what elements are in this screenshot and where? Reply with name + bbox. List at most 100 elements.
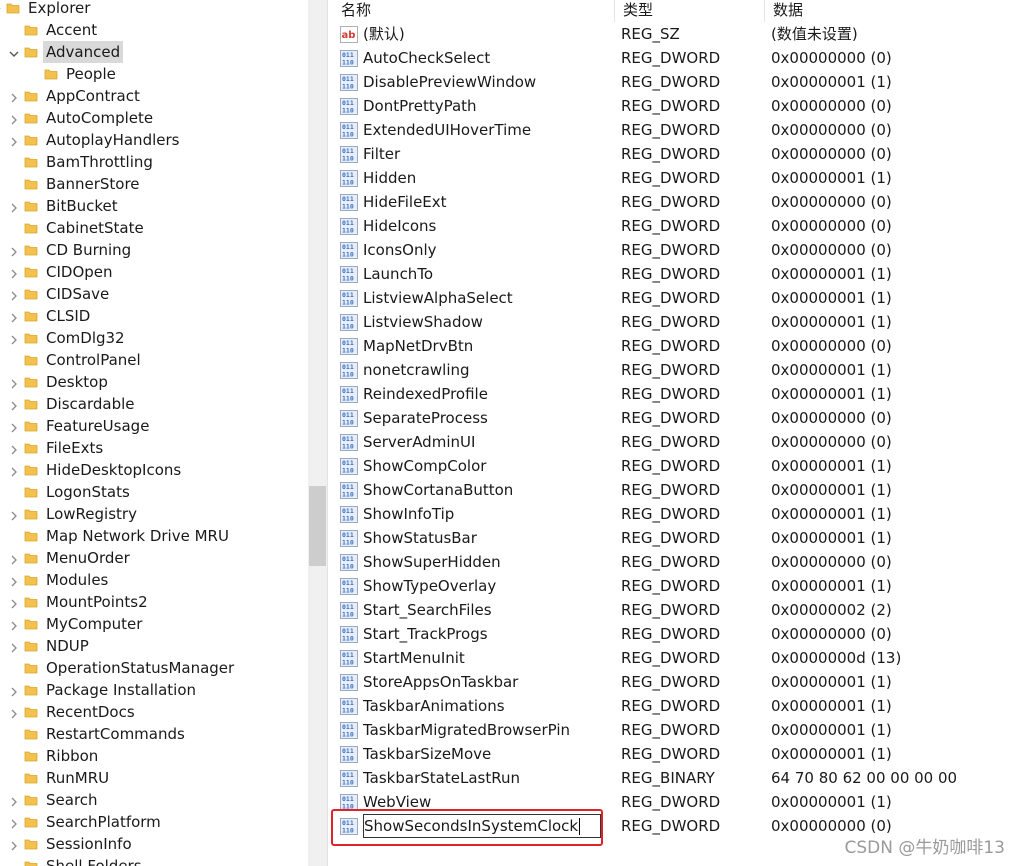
tree-item-ndup[interactable]: NDUP xyxy=(0,635,308,657)
chevron-right-icon[interactable] xyxy=(8,838,20,851)
chevron-right-icon[interactable] xyxy=(8,134,20,147)
chevron-right-icon[interactable] xyxy=(8,288,20,301)
value-row[interactable]: 011 110 DontPrettyPath REG_DWORD 0x00000000 … xyxy=(333,94,1019,118)
chevron-right-icon[interactable] xyxy=(8,442,20,455)
value-row[interactable]: 011 110 ShowStatusBar REG_DWORD 0x00000001 (… xyxy=(333,526,1019,550)
tree-item-bannerstore[interactable]: BannerStore xyxy=(0,173,308,195)
value-row[interactable]: 011 110 nonetcrawling REG_DWORD 0x00000001 (… xyxy=(333,358,1019,382)
value-row[interactable]: 011 110 ReindexedProfile REG_DWORD 0x0000000… xyxy=(333,382,1019,406)
value-row[interactable]: ab (默认) REG_SZ (数值未设置) xyxy=(333,22,1019,46)
tree-item-clsid[interactable]: CLSID xyxy=(0,305,308,327)
value-row[interactable]: 011 110 LaunchTo REG_DWORD 0x00000001 (1) xyxy=(333,262,1019,286)
value-row[interactable]: 011 110 StartMenuInit REG_DWORD 0x0000000d (… xyxy=(333,646,1019,670)
tree-item-desktop[interactable]: Desktop xyxy=(0,371,308,393)
tree-item-cd-burning[interactable]: CD Burning xyxy=(0,239,308,261)
value-row[interactable]: 011 110 TaskbarMigratedBrowserPin REG_DWORD… xyxy=(333,718,1019,742)
tree-item-restartcommands[interactable]: RestartCommands xyxy=(0,723,308,745)
chevron-right-icon[interactable] xyxy=(8,112,20,125)
chevron-right-icon[interactable] xyxy=(8,618,20,631)
tree-item-hidedesktopicons[interactable]: HideDesktopIcons xyxy=(0,459,308,481)
chevron-down-icon[interactable] xyxy=(8,46,20,58)
tree-item-controlpanel[interactable]: ControlPanel xyxy=(0,349,308,371)
value-row[interactable]: 011 110 AutoCheckSelect REG_DWORD 0x00000000… xyxy=(333,46,1019,70)
chevron-right-icon[interactable] xyxy=(8,816,20,829)
value-row[interactable]: 011 110 Start_SearchFiles REG_DWORD 0x000000… xyxy=(333,598,1019,622)
column-header-name[interactable]: 名称 xyxy=(333,0,615,22)
tree-item-comdlg32[interactable]: ComDlg32 xyxy=(0,327,308,349)
value-row[interactable]: 011 110 TaskbarStateLastRun REG_BINARY 64 70… xyxy=(333,766,1019,790)
chevron-right-icon[interactable] xyxy=(8,640,20,653)
tree-item-search[interactable]: Search xyxy=(0,789,308,811)
tree-item-menuorder[interactable]: MenuOrder xyxy=(0,547,308,569)
registry-key-tree[interactable]: Explorer Accent Advanced People AppContract A… xyxy=(0,0,308,866)
tree-item-bitbucket[interactable]: BitBucket xyxy=(0,195,308,217)
chevron-right-icon[interactable] xyxy=(8,684,20,697)
value-row[interactable]: 011 110 HideFileExt REG_DWORD 0x00000000 (0) xyxy=(333,190,1019,214)
tree-item-sessioninfo[interactable]: SessionInfo xyxy=(0,833,308,855)
tree-item-recentdocs[interactable]: RecentDocs xyxy=(0,701,308,723)
tree-item-explorer[interactable]: Explorer xyxy=(0,0,308,19)
tree-item-searchplatform[interactable]: SearchPlatform xyxy=(0,811,308,833)
tree-item-people[interactable]: People xyxy=(0,63,308,85)
value-row[interactable]: 011 110 IconsOnly REG_DWORD 0x00000000 (0) xyxy=(333,238,1019,262)
chevron-right-icon[interactable] xyxy=(8,420,20,433)
chevron-right-icon[interactable] xyxy=(8,508,20,521)
tree-item-logonstats[interactable]: LogonStats xyxy=(0,481,308,503)
chevron-right-icon[interactable] xyxy=(8,332,20,345)
tree-item-appcontract[interactable]: AppContract xyxy=(0,85,308,107)
tree-item-autocomplete[interactable]: AutoComplete xyxy=(0,107,308,129)
value-row[interactable]: 011 110 StoreAppsOnTaskbar REG_DWORD 0x00000… xyxy=(333,670,1019,694)
tree-item-autoplayhandlers[interactable]: AutoplayHandlers xyxy=(0,129,308,151)
value-row[interactable]: 011 110 ListviewAlphaSelect REG_DWORD 0x0000… xyxy=(333,286,1019,310)
chevron-right-icon[interactable] xyxy=(8,398,20,411)
tree-item-mycomputer[interactable]: MyComputer xyxy=(0,613,308,635)
tree-item-runmru[interactable]: RunMRU xyxy=(0,767,308,789)
chevron-right-icon[interactable] xyxy=(8,794,20,807)
chevron-right-icon[interactable] xyxy=(8,574,20,587)
tree-item-discardable[interactable]: Discardable xyxy=(0,393,308,415)
chevron-down-icon[interactable] xyxy=(0,2,2,14)
tree-item-cidsave[interactable]: CIDSave xyxy=(0,283,308,305)
value-row[interactable]: 011 110 ListviewShadow REG_DWORD 0x00000001 … xyxy=(333,310,1019,334)
value-row[interactable]: 011 110 Start_TrackProgs REG_DWORD 0x0000000… xyxy=(333,622,1019,646)
value-row[interactable]: 011 110 TaskbarAnimations REG_DWORD 0x000000… xyxy=(333,694,1019,718)
value-row[interactable]: 011 110 ServerAdminUI REG_DWORD 0x00000000 (… xyxy=(333,430,1019,454)
value-row[interactable]: 011 110 TaskbarSizeMove REG_DWORD 0x00000001… xyxy=(333,742,1019,766)
tree-item-advanced[interactable]: Advanced xyxy=(0,41,308,63)
tree-item-featureusage[interactable]: FeatureUsage xyxy=(0,415,308,437)
tree-scroll-thumb[interactable] xyxy=(309,486,326,566)
chevron-right-icon[interactable] xyxy=(8,552,20,565)
chevron-right-icon[interactable] xyxy=(8,706,20,719)
chevron-right-icon[interactable] xyxy=(8,376,20,389)
chevron-right-icon[interactable] xyxy=(8,464,20,477)
value-row[interactable]: 011 110 ShowCortanaButton REG_DWORD 0x000000… xyxy=(333,478,1019,502)
chevron-right-icon[interactable] xyxy=(8,90,20,103)
tree-item-map-network-drive-mru[interactable]: Map Network Drive MRU xyxy=(0,525,308,547)
value-row[interactable]: 011 110 ShowInfoTip REG_DWORD 0x00000001 (1) xyxy=(333,502,1019,526)
chevron-right-icon[interactable] xyxy=(8,596,20,609)
value-row[interactable]: 011 110 DisablePreviewWindow REG_DWORD 0x000… xyxy=(333,70,1019,94)
chevron-right-icon[interactable] xyxy=(8,200,20,213)
tree-item-cabinetstate[interactable]: CabinetState xyxy=(0,217,308,239)
column-header-data[interactable]: 数据 xyxy=(765,0,1019,22)
tree-item-operationstatusmanager[interactable]: OperationStatusManager xyxy=(0,657,308,679)
chevron-right-icon[interactable] xyxy=(8,310,20,323)
tree-item-ribbon[interactable]: Ribbon xyxy=(0,745,308,767)
chevron-right-icon[interactable] xyxy=(8,244,20,257)
chevron-right-icon[interactable] xyxy=(8,266,20,279)
value-row[interactable]: 011 110 MapNetDrvBtn REG_DWORD 0x00000000 (0… xyxy=(333,334,1019,358)
tree-item-shell-folders[interactable]: Shell Folders xyxy=(0,855,308,866)
value-row[interactable]: 011 110 Filter REG_DWORD 0x00000000 (0) xyxy=(333,142,1019,166)
tree-item-lowregistry[interactable]: LowRegistry xyxy=(0,503,308,525)
value-row[interactable]: 011 110 ShowSuperHidden REG_DWORD 0x00000000… xyxy=(333,550,1019,574)
value-row[interactable]: 011 110 ShowTypeOverlay REG_DWORD 0x00000001… xyxy=(333,574,1019,598)
value-row[interactable]: 011 110 SeparateProcess REG_DWORD 0x00000000… xyxy=(333,406,1019,430)
tree-item-bamthrottling[interactable]: BamThrottling xyxy=(0,151,308,173)
tree-item-fileexts[interactable]: FileExts xyxy=(0,437,308,459)
tree-item-mountpoints2[interactable]: MountPoints2 xyxy=(0,591,308,613)
value-row[interactable]: 011 110 ShowCompColor REG_DWORD 0x00000001 (… xyxy=(333,454,1019,478)
tree-item-modules[interactable]: Modules xyxy=(0,569,308,591)
tree-item-accent[interactable]: Accent xyxy=(0,19,308,41)
value-row[interactable]: 011 110 Hidden REG_DWORD 0x00000001 (1) xyxy=(333,166,1019,190)
tree-item-package-installation[interactable]: Package Installation xyxy=(0,679,308,701)
